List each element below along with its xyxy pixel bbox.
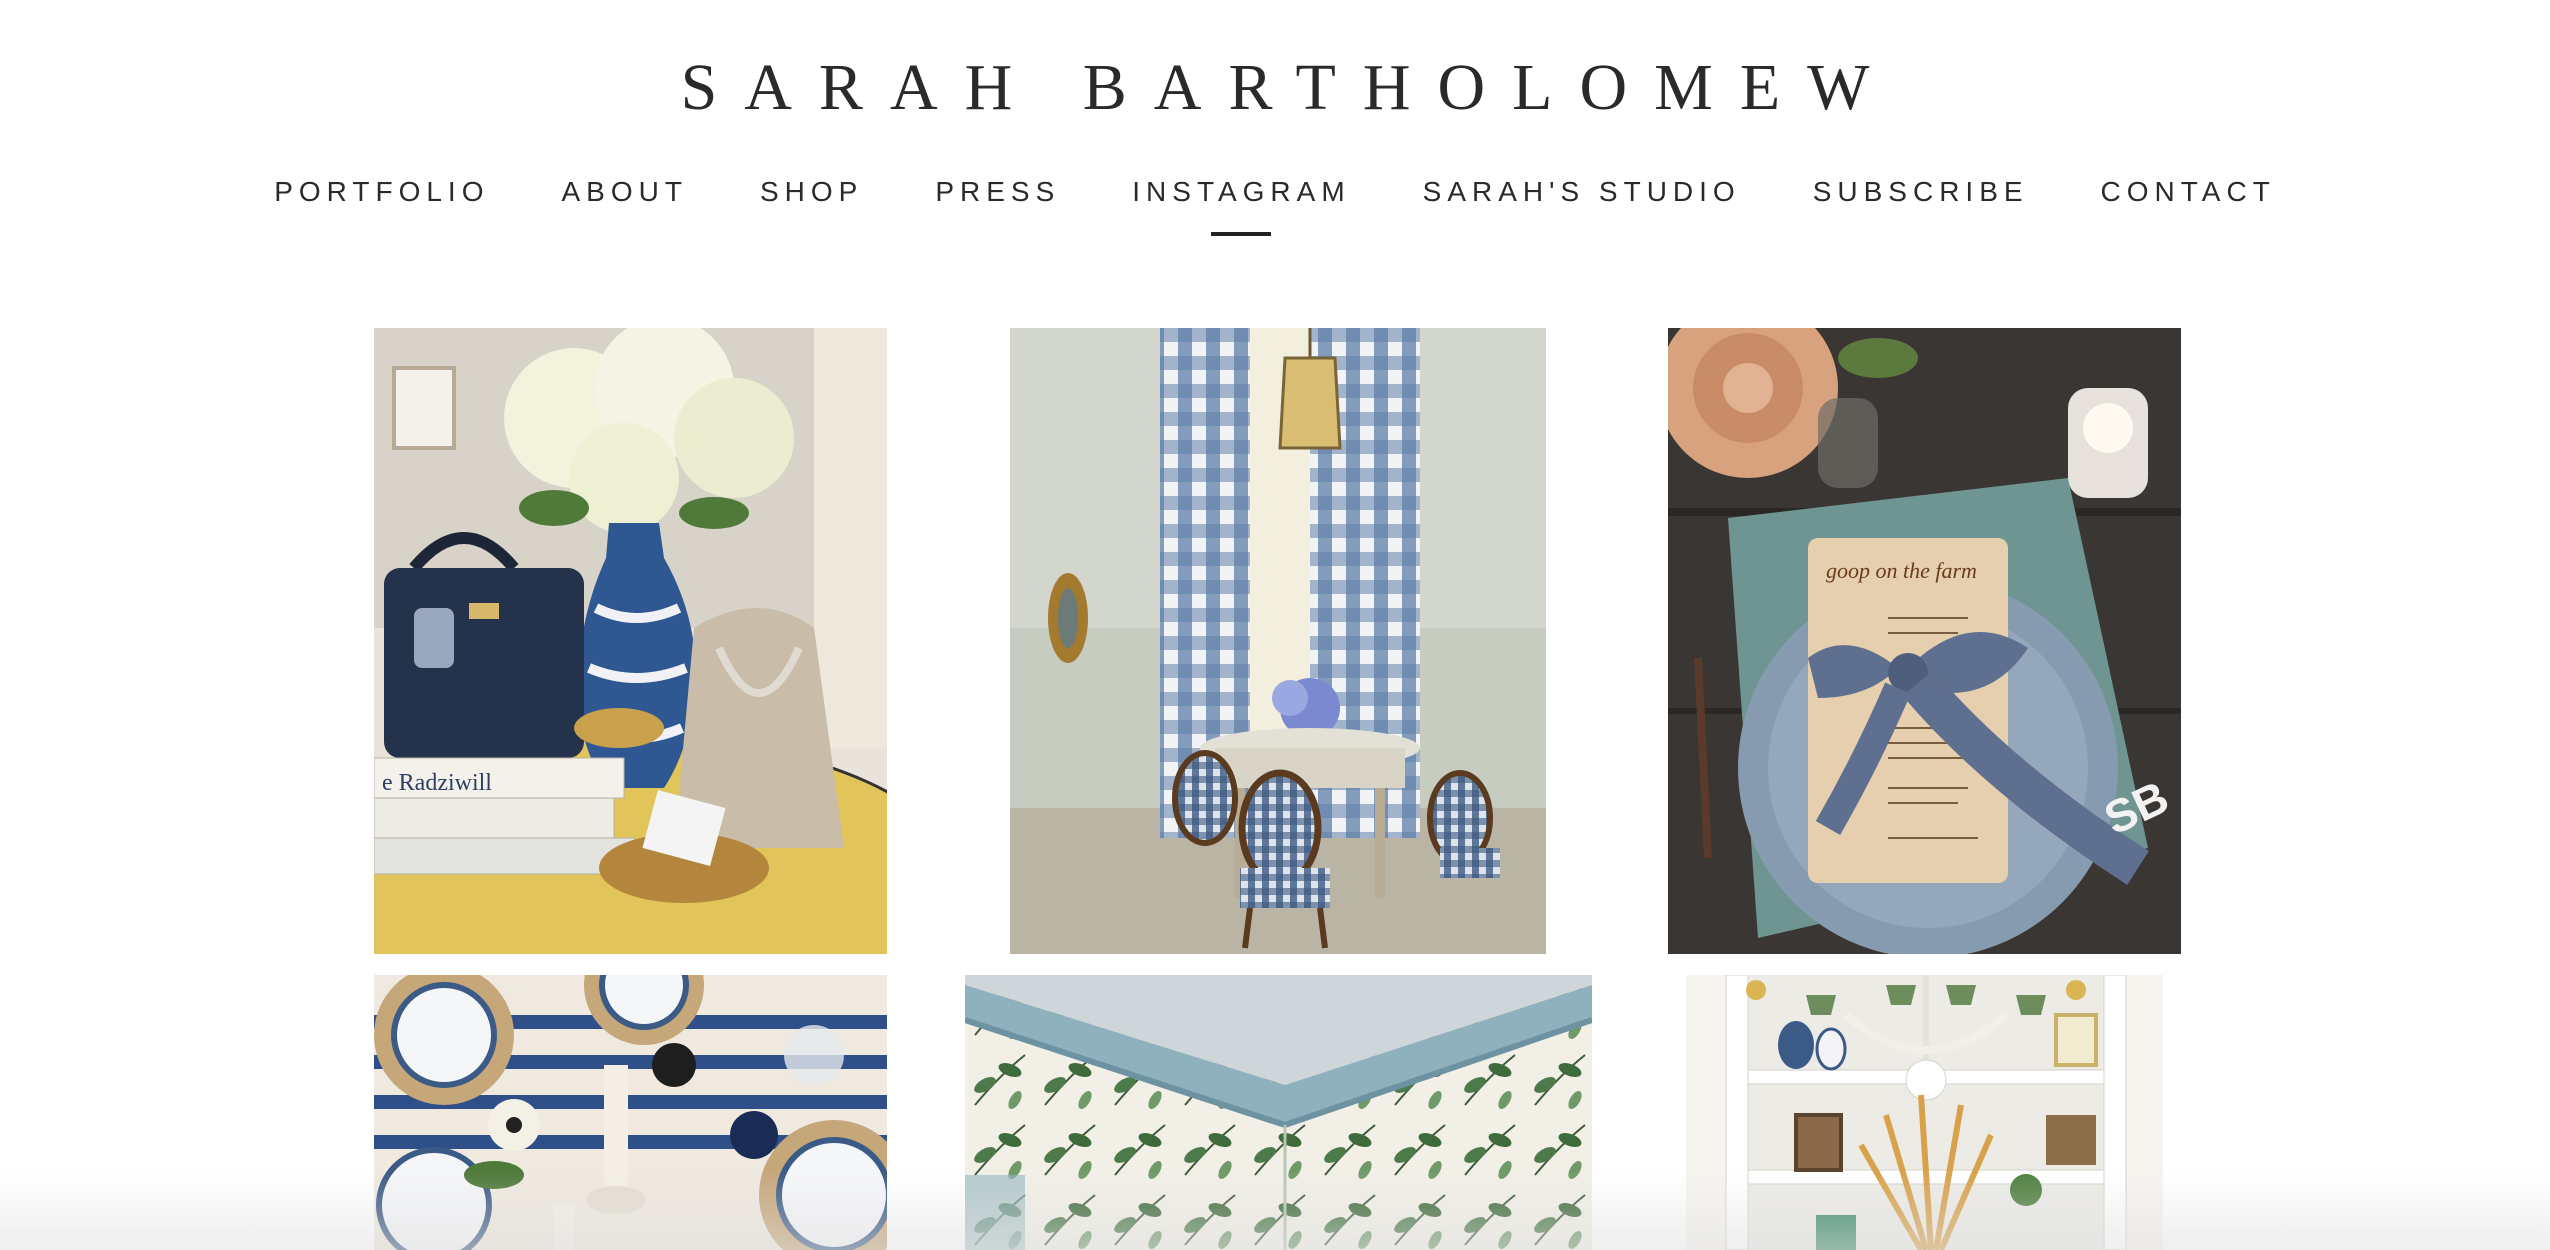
blue-white-tablescape-photo[interactable]: [374, 975, 887, 1250]
nav-subscribe[interactable]: SUBSCRIBE: [1813, 172, 2029, 212]
goop-on-the-farm-place-setting-photo[interactable]: goop on the farm SB: [1668, 328, 2181, 954]
nav-portfolio[interactable]: PORTFOLIO: [274, 172, 489, 212]
menu-card-title: goop on the farm: [1826, 558, 1977, 583]
nav-sarahs-studio[interactable]: SARAH'S STUDIO: [1423, 172, 1741, 212]
main-nav: PORTFOLIO ABOUT SHOP PRESS INSTAGRAM SAR…: [0, 172, 2550, 212]
book-spine-text: e Radziwill: [382, 770, 492, 796]
botanical-wallpaper-ceiling-photo[interactable]: [965, 975, 1592, 1250]
white-bookshelf-chinoiserie-photo[interactable]: [1686, 975, 2163, 1250]
hydrangea-vignette-photo[interactable]: e Radziwill: [374, 328, 887, 954]
nav-about[interactable]: ABOUT: [562, 172, 688, 212]
nav-instagram[interactable]: INSTAGRAM: [1132, 172, 1350, 212]
gingham-dining-room-photo[interactable]: [1010, 328, 1546, 954]
nav-shop[interactable]: SHOP: [760, 172, 863, 212]
nav-press[interactable]: PRESS: [935, 172, 1060, 212]
site-title[interactable]: SARAH BARTHOLOMEW: [0, 48, 2550, 128]
nav-contact[interactable]: CONTACT: [2101, 172, 2276, 212]
